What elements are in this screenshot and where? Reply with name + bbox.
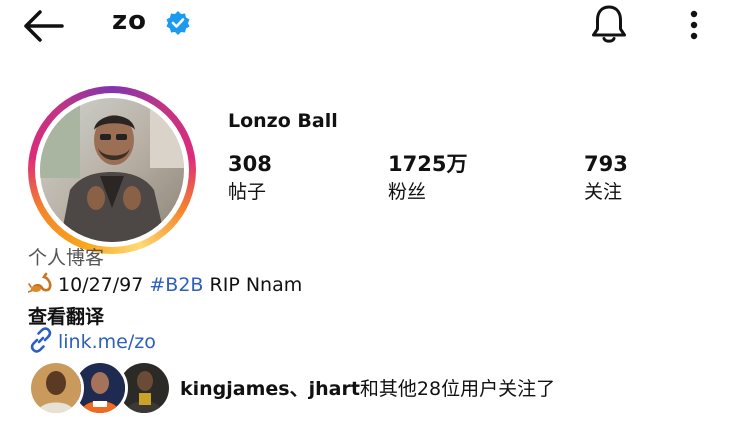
scorpion-icon — [28, 272, 52, 293]
more-vertical-icon — [690, 10, 698, 40]
profile-link-text: link.me/zo — [58, 331, 156, 353]
profile-avatar[interactable] — [28, 86, 196, 254]
profile-page: zo Lonzo Ball 308 帖子 1725万 粉丝 793 关注 个人博… — [0, 0, 750, 424]
stat-posts[interactable]: 308 帖子 — [228, 150, 272, 206]
following-count: 793 — [584, 152, 628, 176]
followed-by-row[interactable]: kingjames、jhart和其他28位用户关注了 — [28, 360, 728, 416]
profile-category: 个人博客 — [28, 247, 105, 269]
follower-avatar — [28, 360, 84, 416]
bio-date: 10/27/97 — [58, 274, 144, 296]
profile-link[interactable]: link.me/zo — [28, 327, 156, 355]
back-button[interactable] — [18, 6, 68, 46]
display-name: Lonzo Ball — [228, 110, 338, 132]
followed-by-text: kingjames、jhart和其他28位用户关注了 — [180, 374, 555, 401]
posts-label: 帖子 — [228, 181, 267, 203]
posts-count: 308 — [228, 152, 272, 176]
bio-text: 10/27/97 #B2B RIP Nnam — [28, 272, 302, 296]
header-username: zo — [112, 6, 147, 36]
followers-label: 粉丝 — [388, 181, 427, 203]
avatar-photo — [40, 98, 184, 242]
verified-badge-icon — [166, 11, 190, 35]
notifications-button[interactable] — [588, 2, 630, 46]
stat-following[interactable]: 793 关注 — [584, 150, 628, 206]
bio-rest: RIP Nnam — [209, 274, 303, 296]
see-translation-button[interactable]: 查看翻译 — [28, 302, 104, 329]
more-options-button[interactable] — [680, 6, 708, 44]
following-label: 关注 — [584, 181, 623, 203]
followers-count: 1725万 — [388, 152, 468, 176]
followed-by-names: kingjames、jhart — [180, 378, 360, 400]
back-arrow-icon — [24, 10, 64, 42]
stat-followers[interactable]: 1725万 粉丝 — [388, 150, 467, 206]
bio-hashtag-link[interactable]: #B2B — [149, 274, 203, 296]
bell-icon — [592, 5, 626, 43]
followed-by-suffix: 和其他28位用户关注了 — [359, 378, 556, 400]
link-icon — [30, 327, 52, 353]
